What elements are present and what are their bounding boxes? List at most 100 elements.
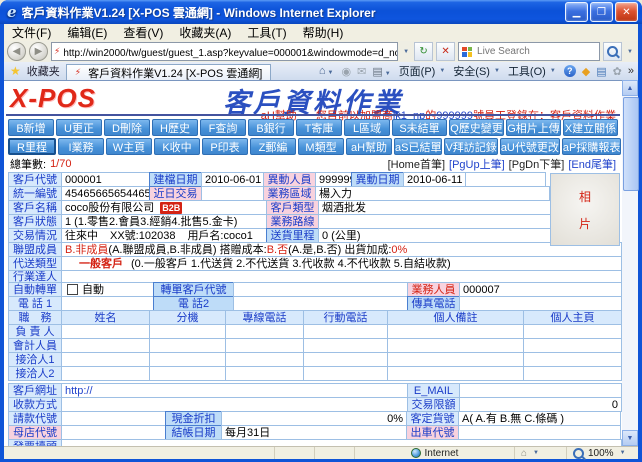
pager-home[interactable]: [Home首筆] — [388, 156, 445, 172]
btn-type[interactable]: M類型 — [298, 138, 344, 155]
help-icon[interactable]: ? — [564, 65, 576, 77]
salesperson-field[interactable]: 000007 — [459, 282, 622, 297]
btn-update[interactable]: U更正 — [56, 119, 102, 136]
contact-cell[interactable] — [149, 352, 226, 367]
contact-cell[interactable] — [387, 338, 524, 353]
search-box[interactable] — [458, 42, 600, 61]
customer-type-field[interactable]: 烟酒批发 — [318, 200, 553, 215]
active-tab[interactable]: ⚡ 客戶資料作業V1.24 [X-POS 雲通網] — [66, 64, 272, 81]
recent-trade-field[interactable] — [201, 186, 264, 201]
contact-cell[interactable] — [387, 366, 524, 381]
contact-cell[interactable] — [149, 338, 226, 353]
print-icon[interactable]: ▤▼ — [372, 65, 392, 78]
phone2-button[interactable]: 電 話2 — [153, 296, 234, 311]
menu-edit[interactable]: 编辑(E) — [59, 24, 115, 41]
contact-cell[interactable] — [61, 352, 150, 367]
contact-cell[interactable] — [303, 324, 388, 339]
contact-cell[interactable] — [149, 324, 226, 339]
menu-favorites[interactable]: 收藏夹(A) — [171, 24, 239, 41]
discount-button[interactable]: 現金折扣 — [165, 411, 222, 426]
auto-transfer-field[interactable]: 自動 — [61, 282, 154, 297]
refresh-button[interactable]: ↻ — [414, 42, 433, 61]
contact-cell[interactable] — [61, 324, 150, 339]
minimize-button[interactable]: ▁ — [565, 2, 588, 22]
created-date-field[interactable]: 2010-06-01 — [201, 172, 264, 187]
btn-help[interactable]: aH幫助 — [346, 138, 392, 155]
btn-bank[interactable]: B銀行 — [248, 119, 294, 136]
delivery-type-field[interactable]: 一般客戶 (0.一般客戶 1.代送貨 2.不代送貨 3.代收款 4.不代收款 5… — [61, 256, 622, 271]
pager-pgup[interactable]: [PgUp上筆] — [449, 156, 505, 172]
btn-open-orders[interactable]: S未結單 — [392, 119, 447, 136]
btn-history-change[interactable]: Q歷史變更 — [449, 119, 504, 136]
auto-checkbox[interactable] — [67, 284, 78, 295]
contact-cell[interactable] — [225, 366, 304, 381]
btn-photo-upload[interactable]: G相片上傳 — [506, 119, 561, 136]
search-dropdown-icon[interactable]: ▼ — [625, 49, 635, 55]
title-bar[interactable]: e 客戶資料作業V1.24 [X-POS 雲通網] - Windows Inte… — [0, 0, 642, 24]
contact-cell[interactable] — [387, 324, 524, 339]
btn-history[interactable]: H歷史 — [152, 119, 198, 136]
phone2-field[interactable] — [233, 296, 408, 311]
close-button[interactable]: ✕ — [615, 2, 638, 22]
trade-status-field[interactable]: 往來中 XX號:102038 用戶名:coco1 — [61, 228, 267, 243]
stop-button[interactable]: ✕ — [436, 42, 455, 61]
extra-icon-2[interactable]: ▤ — [596, 65, 606, 78]
created-date-button[interactable]: 建檔日期 — [149, 172, 202, 187]
btn-homepage[interactable]: W主頁 — [106, 138, 152, 155]
extra-icon-3[interactable]: ✿ — [613, 65, 622, 78]
contact-cell[interactable] — [149, 366, 226, 381]
contact-cell[interactable] — [303, 338, 388, 353]
contact-cell[interactable] — [61, 366, 150, 381]
toolbar-overflow-chevron[interactable]: » — [628, 65, 634, 77]
email-field[interactable] — [459, 383, 622, 398]
address-dropdown-icon[interactable]: ▼ — [401, 49, 411, 55]
search-input[interactable] — [475, 45, 599, 58]
contact-cell[interactable] — [225, 338, 304, 353]
contact-cell[interactable] — [523, 352, 622, 367]
btn-print[interactable]: P印表 — [202, 138, 248, 155]
protected-mode-pane[interactable]: ⌂▼ — [514, 447, 566, 459]
btn-sales[interactable]: I業務 — [58, 138, 104, 155]
page-menu[interactable]: 页面(P)▼ — [399, 63, 448, 79]
transfer-code-field[interactable] — [233, 282, 408, 297]
contact-cell[interactable] — [523, 324, 622, 339]
recent-trade-button[interactable]: 近日交易 — [149, 186, 202, 201]
btn-visit-log[interactable]: V拜訪記錄 — [444, 138, 497, 155]
feed-icon[interactable]: ◉ — [342, 65, 352, 78]
contact-cell[interactable] — [61, 338, 150, 353]
btn-collect[interactable]: K收中 — [154, 138, 200, 155]
btn-zipcode[interactable]: Z郵編 — [250, 138, 296, 155]
mileage-field[interactable]: 0 (公里) — [318, 228, 553, 243]
maximize-button[interactable]: ❐ — [590, 2, 613, 22]
customer-code-field[interactable]: 000001 — [61, 172, 150, 187]
favorites-label[interactable]: 收藏夹 — [27, 63, 66, 79]
btn-warehouse[interactable]: T寄庫 — [296, 119, 342, 136]
closing-date-field[interactable]: 每月31日 — [221, 425, 407, 440]
scroll-up-icon[interactable]: ▲ — [622, 80, 638, 96]
contact-cell[interactable] — [225, 352, 304, 367]
fax-field[interactable] — [459, 296, 622, 311]
menu-file[interactable]: 文件(F) — [4, 24, 59, 41]
limit-field[interactable]: 0 — [459, 397, 622, 412]
pager-end[interactable]: [End尾筆] — [568, 156, 616, 172]
forward-button[interactable]: ▶ — [29, 42, 48, 61]
search-go-button[interactable] — [603, 42, 622, 61]
scrollbar-thumb[interactable] — [623, 97, 639, 191]
billing-field[interactable] — [61, 411, 166, 426]
btn-delete[interactable]: D刪除 — [104, 119, 150, 136]
zoom-control[interactable]: 100% ▼ — [566, 447, 638, 459]
modified-date-button[interactable]: 異動日期 — [351, 172, 404, 187]
dispatch-field[interactable] — [458, 425, 621, 440]
website-field[interactable]: http:// — [61, 383, 408, 398]
discount-field[interactable]: 0% — [221, 411, 407, 426]
custom-code-field[interactable]: A( A.有 B.無 C.條碼 ) — [458, 411, 621, 426]
tools-menu[interactable]: 工具(O)▼ — [508, 63, 558, 79]
contact-cell[interactable] — [387, 352, 524, 367]
menu-tools[interactable]: 工具(T) — [239, 24, 294, 41]
contact-cell[interactable] — [303, 366, 388, 381]
btn-code-change[interactable]: aU代號更改 — [500, 138, 560, 155]
address-input[interactable]: ⚡ http://win2000/tw/guest/guest_1.asp?ke… — [51, 42, 398, 61]
alliance-field[interactable]: B.非成員 (A.聯盟成員,B.非成員) 搭贈成本: B.否 (A.是,B.否)… — [61, 242, 622, 257]
menu-view[interactable]: 查看(V) — [115, 24, 171, 41]
region-field[interactable]: 楊入力 — [315, 186, 550, 201]
